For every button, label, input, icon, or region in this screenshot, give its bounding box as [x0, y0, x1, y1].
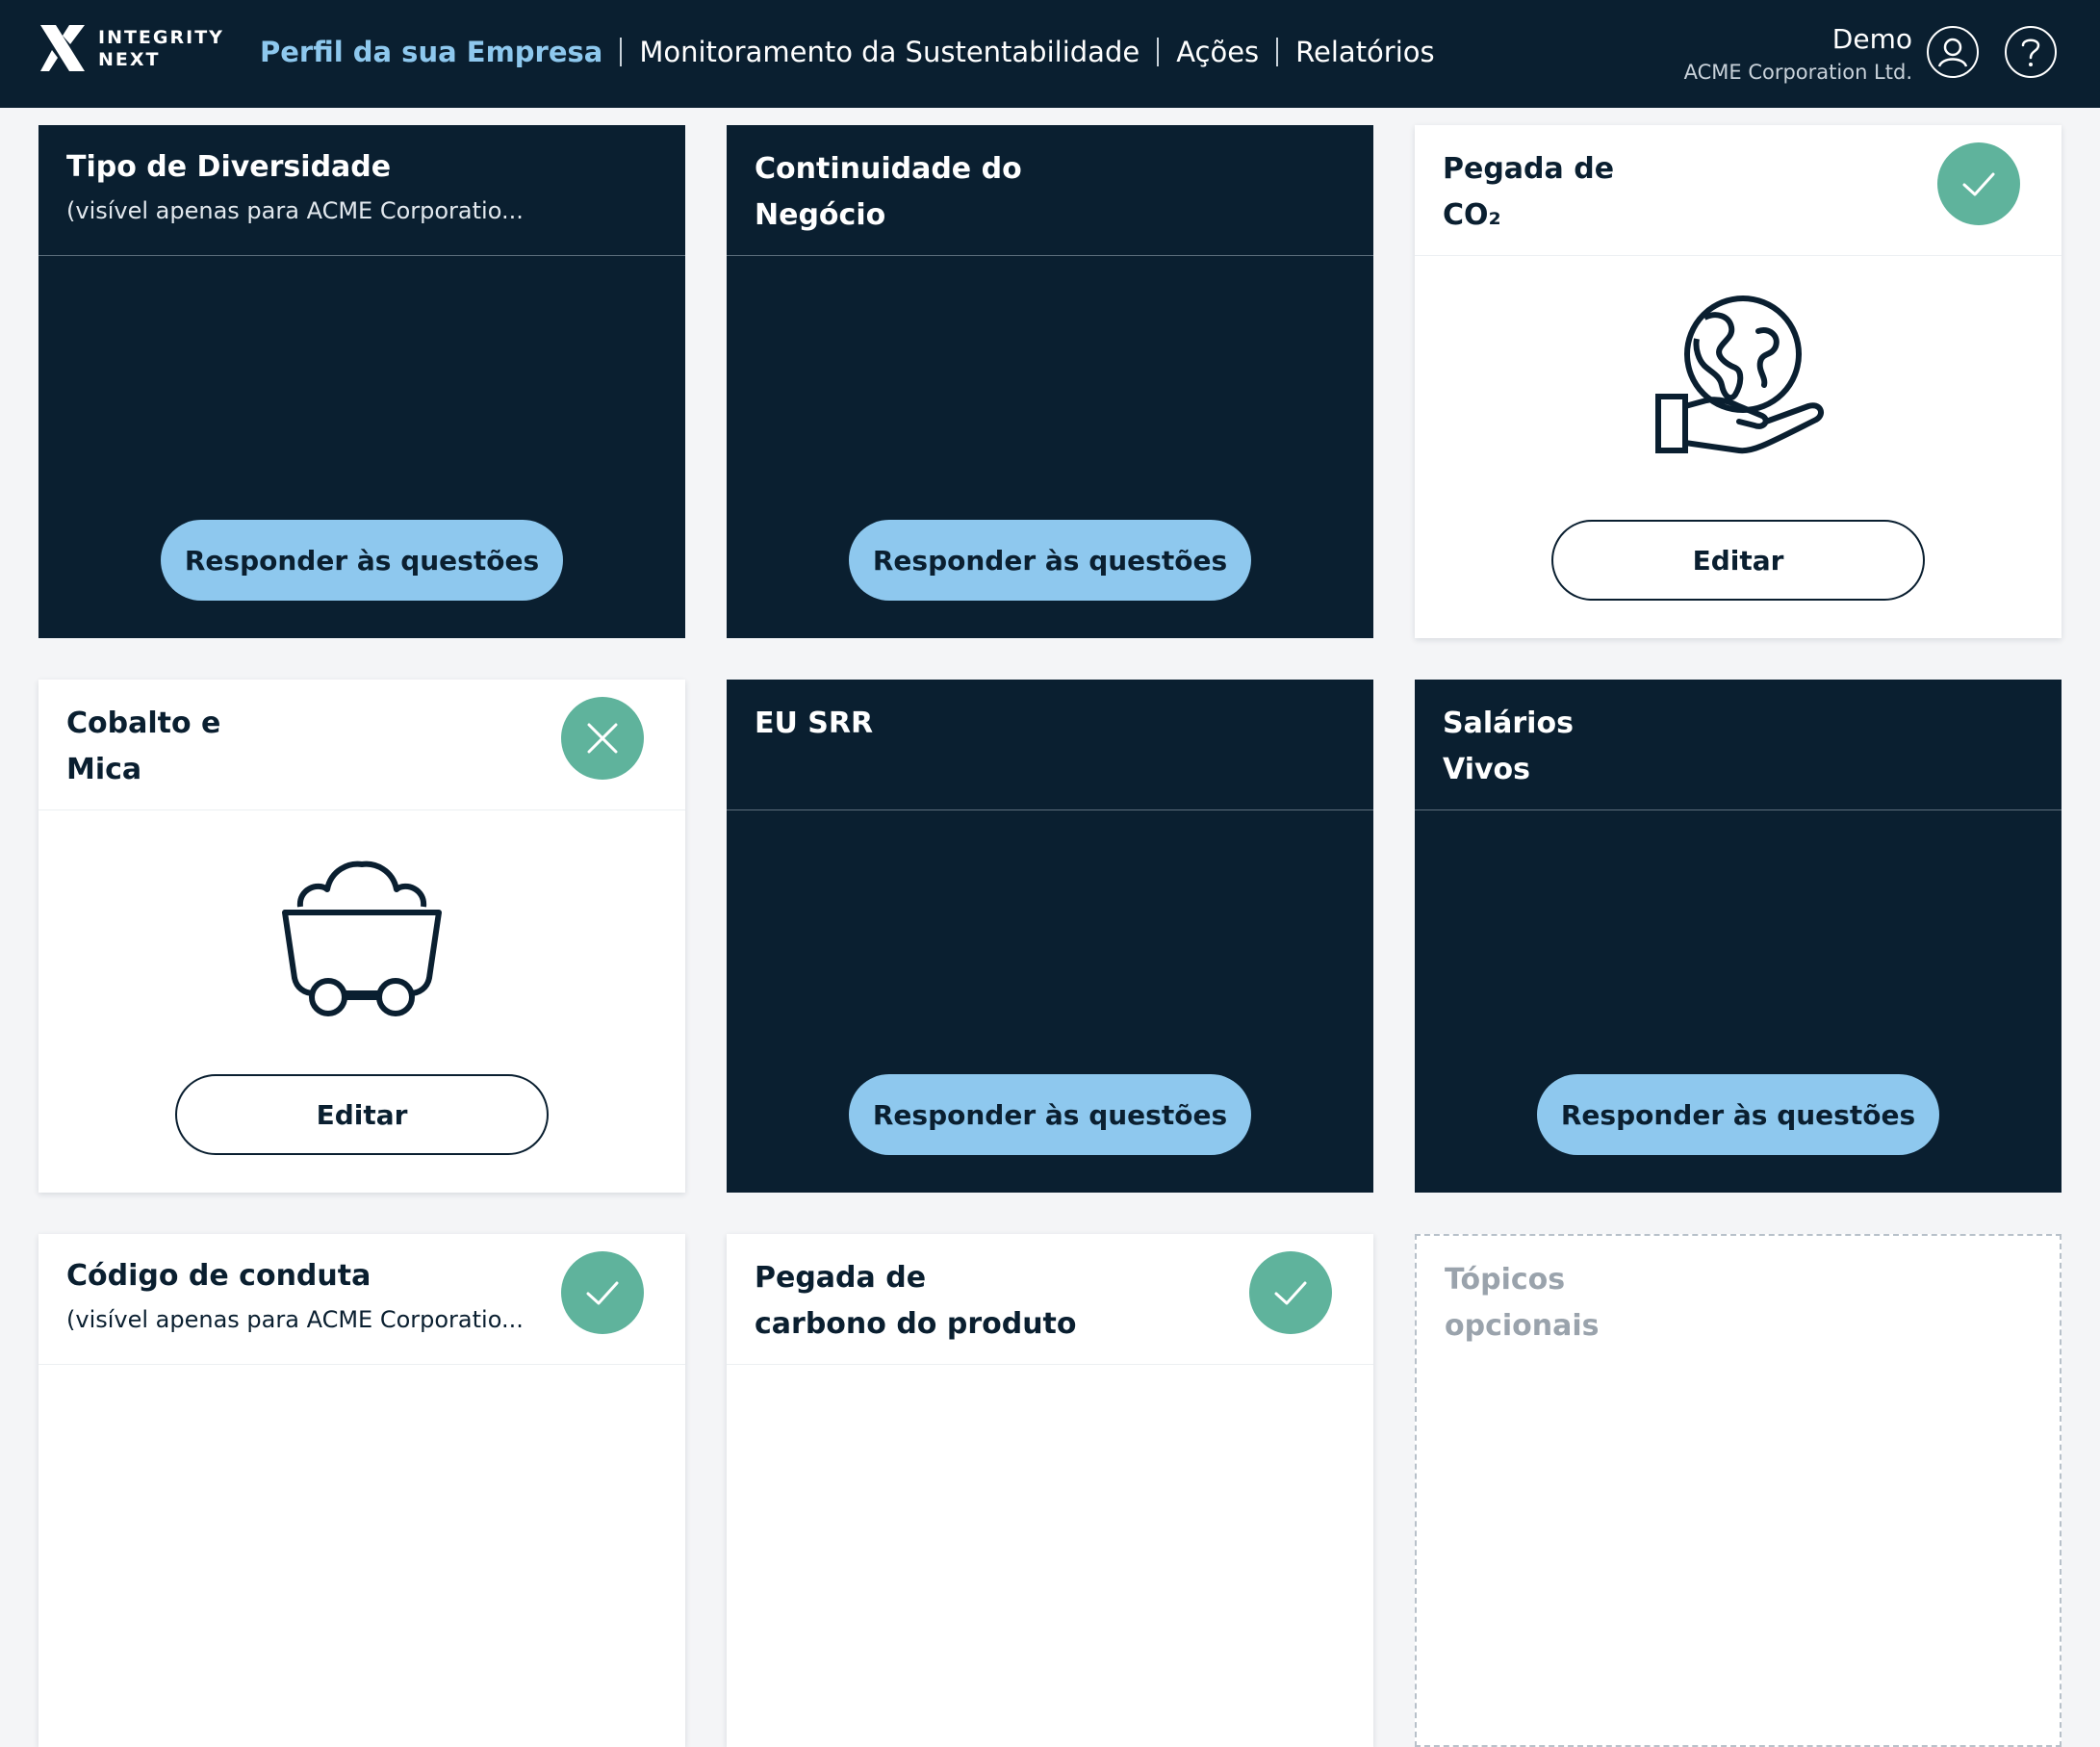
logo-line-1: INTEGRITY: [98, 27, 224, 48]
check-icon: [586, 1281, 619, 1305]
card-title: Continuidade do Negócio: [755, 146, 1255, 239]
card-title-line-1: Tópicos: [1445, 1263, 1566, 1297]
answer-questions-button[interactable]: Responder às questões: [849, 520, 1251, 601]
card-business-continuity: Continuidade do Negócio Responder às que…: [727, 125, 1373, 638]
card-product-carbon-footprint: Pegada de carbono do produto: [727, 1234, 1373, 1747]
x-icon: [587, 723, 618, 754]
logo-text: INTEGRITY NEXT: [98, 27, 224, 71]
card-title-line-2: opcionais: [1445, 1309, 1600, 1343]
card-header: Pegada de carbono do produto: [727, 1234, 1373, 1365]
card-optional-topics[interactable]: Tópicos opcionais: [1415, 1234, 2062, 1747]
question-icon: [2021, 39, 2040, 66]
card-living-wages: Salários Vivos Responder às questões: [1415, 680, 2062, 1193]
card-eu-srr: EU SRR Responder às questões: [727, 680, 1373, 1193]
card-title-line-2: CO₂: [1443, 198, 1501, 232]
check-icon: [1274, 1281, 1307, 1305]
user-company: ACME Corporation Ltd.: [1683, 61, 1912, 84]
card-title: Pegada de CO₂: [1443, 146, 1943, 239]
card-header: Código de conduta (visível apenas para A…: [38, 1234, 685, 1365]
user-avatar-button[interactable]: [1927, 26, 1979, 78]
card-header: Pegada de CO₂: [1415, 125, 2062, 256]
illustration: [38, 853, 685, 1026]
card-title: Salários Vivos: [1443, 701, 1943, 793]
main-nav: Perfil da sua Empresa Monitoramento da S…: [260, 33, 1435, 71]
card-title-line-1: Salários: [1443, 707, 1574, 740]
nav-separator: [620, 38, 623, 66]
integrity-next-logo[interactable]: INTEGRITY NEXT: [37, 23, 229, 77]
card-title: Cobalto e Mica: [66, 701, 567, 793]
answer-questions-button[interactable]: Responder às questões: [849, 1074, 1251, 1155]
card-subtitle: (visível apenas para ACME Corporatio...: [66, 1306, 524, 1333]
card-title-line-1: Cobalto e: [66, 707, 221, 740]
logo-line-2: NEXT: [98, 49, 161, 70]
edit-button[interactable]: Editar: [175, 1074, 549, 1155]
card-diversity-type: Tipo de Diversidade (visível apenas para…: [38, 125, 685, 638]
user-info[interactable]: Demo ACME Corporation Ltd.: [1684, 21, 1912, 87]
card-title-line-2: Mica: [66, 753, 142, 786]
help-button[interactable]: [2005, 26, 2057, 78]
card-title-line-1: Pegada de: [755, 1261, 927, 1295]
edit-button[interactable]: Editar: [1551, 520, 1925, 601]
nav-separator: [1276, 38, 1279, 66]
nav-separator: [1157, 38, 1160, 66]
completed-status-badge: [1937, 142, 2020, 225]
user-icon: [1937, 38, 1968, 67]
card-code-of-conduct: Código de conduta (visível apenas para A…: [38, 1234, 685, 1747]
card-title-line-2: Vivos: [1443, 753, 1530, 786]
card-title: Código de conduta: [66, 1259, 371, 1293]
rejected-status-badge: [561, 697, 644, 780]
nav-company-profile[interactable]: Perfil da sua Empresa: [260, 36, 602, 68]
check-icon: [1962, 172, 1995, 196]
card-title-line-2: Negócio: [755, 198, 886, 232]
nav-sustainability-monitoring[interactable]: Monitoramento da Sustentabilidade: [639, 36, 1140, 68]
card-title: Pegada de carbono do produto: [755, 1255, 1255, 1348]
nav-reports[interactable]: Relatórios: [1295, 36, 1434, 68]
top-navigation-bar: INTEGRITY NEXT Perfil da sua Empresa Mon…: [0, 0, 2100, 108]
card-cobalt-mica: Cobalto e Mica Editar: [38, 680, 685, 1193]
card-title-line-1: Pegada de: [1443, 152, 1615, 186]
answer-questions-button[interactable]: Responder às questões: [161, 520, 563, 601]
nav-actions[interactable]: Ações: [1176, 36, 1259, 68]
illustration: [1415, 289, 2062, 462]
card-header: Cobalto e Mica: [38, 680, 685, 810]
card-header: Tipo de Diversidade (visível apenas para…: [38, 125, 685, 256]
card-header: Salários Vivos: [1415, 680, 2062, 810]
card-header: EU SRR: [727, 680, 1373, 810]
logo-x-icon: [40, 25, 85, 71]
card-co2-footprint: Pegada de CO₂ Editar: [1415, 125, 2062, 638]
answer-questions-button[interactable]: Responder às questões: [1537, 1074, 1939, 1155]
card-title: Tópicos opcionais: [1445, 1257, 1945, 1349]
card-title-line-2: carbono do produto: [755, 1307, 1077, 1341]
globe-hand-icon: [1655, 295, 1825, 454]
completed-status-badge: [561, 1251, 644, 1334]
mine-cart-icon: [282, 861, 442, 1016]
card-subtitle: (visível apenas para ACME Corporatio...: [66, 197, 524, 224]
card-title: Tipo de Diversidade: [66, 150, 392, 184]
card-header: Continuidade do Negócio: [727, 125, 1373, 256]
card-title: EU SRR: [755, 707, 874, 740]
completed-status-badge: [1249, 1251, 1332, 1334]
user-name: Demo: [1831, 23, 1912, 55]
card-title-line-1: Continuidade do: [755, 152, 1022, 186]
